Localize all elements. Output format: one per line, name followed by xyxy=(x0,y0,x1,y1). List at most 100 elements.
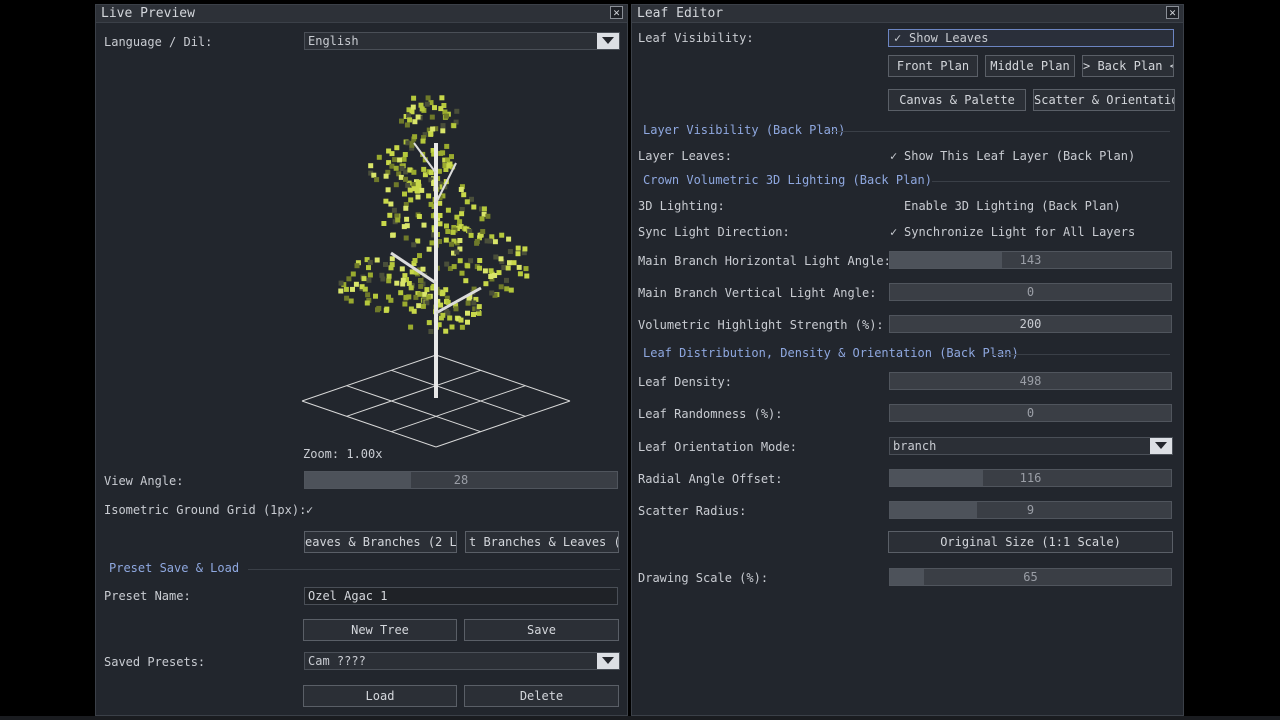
vert-angle-slider[interactable]: 0 xyxy=(889,283,1172,301)
orientation-select[interactable]: branch xyxy=(889,437,1173,455)
leaf-mark xyxy=(386,278,392,284)
leaf-mark xyxy=(523,266,529,272)
leaf-mark xyxy=(388,201,394,207)
radial-slider[interactable]: 116 xyxy=(889,469,1172,487)
tab-label: t Branches & Leaves ( xyxy=(469,535,619,549)
sync-label: Sync Light Direction: xyxy=(638,225,790,239)
lighting-label: 3D Lighting: xyxy=(638,199,725,213)
leaf-mark xyxy=(353,281,359,287)
leaf-mark xyxy=(403,235,409,241)
leaf-mark xyxy=(461,192,467,198)
front-plan-button[interactable]: Front Plan xyxy=(888,55,978,77)
close-icon[interactable]: ✕ xyxy=(1166,6,1179,19)
leaf-mark xyxy=(404,216,410,222)
leaf-mark xyxy=(476,310,482,316)
highlight-label: Volumetric Highlight Strength (%): xyxy=(638,318,884,332)
highlight-slider[interactable]: 200 xyxy=(889,315,1172,333)
save-button[interactable]: Save xyxy=(464,619,619,641)
tab-leaves-branches[interactable]: eaves & Branches (2 L xyxy=(304,531,457,553)
delete-button[interactable]: Delete xyxy=(464,685,619,707)
leaf-mark xyxy=(451,264,457,270)
leaf-mark xyxy=(485,213,491,219)
leaf-mark xyxy=(403,205,409,211)
leaf-mark xyxy=(395,217,401,223)
tab-branches-leaves[interactable]: t Branches & Leaves ( xyxy=(465,531,619,553)
leaf-mark xyxy=(410,104,416,110)
section-divider xyxy=(932,181,1170,182)
leaf-mark xyxy=(506,236,512,242)
section-divider xyxy=(830,131,1170,132)
leaf-mark xyxy=(463,278,469,284)
middle-plan-button[interactable]: Middle Plan xyxy=(985,55,1075,77)
language-select[interactable]: English xyxy=(304,32,620,50)
leaf-mark xyxy=(476,304,482,310)
sync-light-checkbox[interactable]: ✓ Synchronize Light for All Layers xyxy=(890,225,1135,239)
orientation-label: Leaf Orientation Mode: xyxy=(638,440,797,454)
scatter-slider[interactable]: 9 xyxy=(889,501,1172,519)
density-slider[interactable]: 498 xyxy=(889,372,1172,390)
grid-line xyxy=(301,354,437,402)
new-tree-button[interactable]: New Tree xyxy=(303,619,457,641)
leaf-mark xyxy=(420,303,426,309)
leaf-mark xyxy=(399,266,405,272)
leaf-mark xyxy=(465,300,471,306)
leaf-mark xyxy=(367,259,373,265)
leaf-mark xyxy=(465,310,470,316)
leaf-mark xyxy=(381,221,387,226)
saved-presets-select[interactable]: Cam ???? xyxy=(304,652,620,670)
tree-preview-canvas[interactable] xyxy=(296,83,596,453)
show-leaves-checkbox[interactable]: ✓ Show Leaves xyxy=(888,29,1174,47)
canvas-palette-button[interactable]: Canvas & Palette xyxy=(888,89,1026,111)
leaf-mark xyxy=(346,276,352,282)
close-icon[interactable]: ✕ xyxy=(610,6,623,19)
leaf-mark xyxy=(418,283,424,289)
enable-lighting-checkbox[interactable]: Enable 3D Lighting (Back Plan) xyxy=(890,199,1121,213)
leaf-mark xyxy=(386,294,391,300)
chevron-down-icon[interactable] xyxy=(1150,438,1172,454)
leaf-mark xyxy=(439,95,445,101)
original-size-button[interactable]: Original Size (1:1 Scale) xyxy=(888,531,1173,553)
scatter-orientation-button[interactable]: Scatter & Orientation xyxy=(1033,89,1175,111)
preset-name-input[interactable]: Ozel Agac 1 xyxy=(304,587,618,605)
grid-line xyxy=(346,385,481,433)
leaf-mark xyxy=(517,271,523,277)
grid-label: Isometric Ground Grid (1px): xyxy=(104,503,307,517)
leaf-editor-titlebar[interactable]: Leaf Editor ✕ xyxy=(632,5,1183,23)
load-button[interactable]: Load xyxy=(303,685,457,707)
preset-name-value: Ozel Agac 1 xyxy=(308,589,388,603)
leaf-mark xyxy=(402,152,408,157)
drawing-scale-slider[interactable]: 65 xyxy=(889,568,1172,586)
view-angle-slider[interactable]: 28 xyxy=(304,471,618,489)
leaf-mark xyxy=(408,285,414,291)
grid-line xyxy=(301,400,437,448)
leaf-mark xyxy=(416,179,421,185)
show-layer-checkbox[interactable]: ✓ Show This Leaf Layer (Back Plan) xyxy=(890,149,1135,163)
slider-value: 0 xyxy=(1026,285,1035,299)
leaf-mark xyxy=(362,286,368,292)
leaf-mark xyxy=(426,294,432,300)
live-preview-titlebar[interactable]: Live Preview ✕ xyxy=(96,5,627,23)
horiz-angle-label: Main Branch Horizontal Light Angle: xyxy=(638,254,891,268)
leaf-mark xyxy=(459,211,465,217)
leaf-mark xyxy=(440,290,446,296)
leaf-mark xyxy=(403,176,408,182)
leaf-mark xyxy=(444,223,449,229)
checkmark-icon: ✓ xyxy=(890,149,898,163)
chevron-down-icon[interactable] xyxy=(597,33,619,49)
leaf-mark xyxy=(468,232,474,238)
grid-checkbox[interactable]: ✓ xyxy=(306,503,313,517)
taskbar-strip xyxy=(0,716,1280,720)
leaf-visibility-label: Leaf Visibility: xyxy=(638,31,754,45)
leaf-mark xyxy=(445,310,451,316)
randomness-slider[interactable]: 0 xyxy=(889,404,1172,422)
horiz-angle-slider[interactable]: 143 xyxy=(889,251,1172,269)
leaf-mark xyxy=(428,329,434,334)
leaf-mark xyxy=(424,287,430,293)
leaf-mark xyxy=(501,265,507,270)
leaf-mark xyxy=(383,173,389,179)
chevron-down-icon[interactable] xyxy=(597,653,619,669)
back-plan-button[interactable]: > Back Plan < xyxy=(1082,55,1174,77)
slider-value: 116 xyxy=(1019,471,1042,485)
leaf-mark xyxy=(488,268,494,274)
leaf-mark xyxy=(404,122,410,128)
